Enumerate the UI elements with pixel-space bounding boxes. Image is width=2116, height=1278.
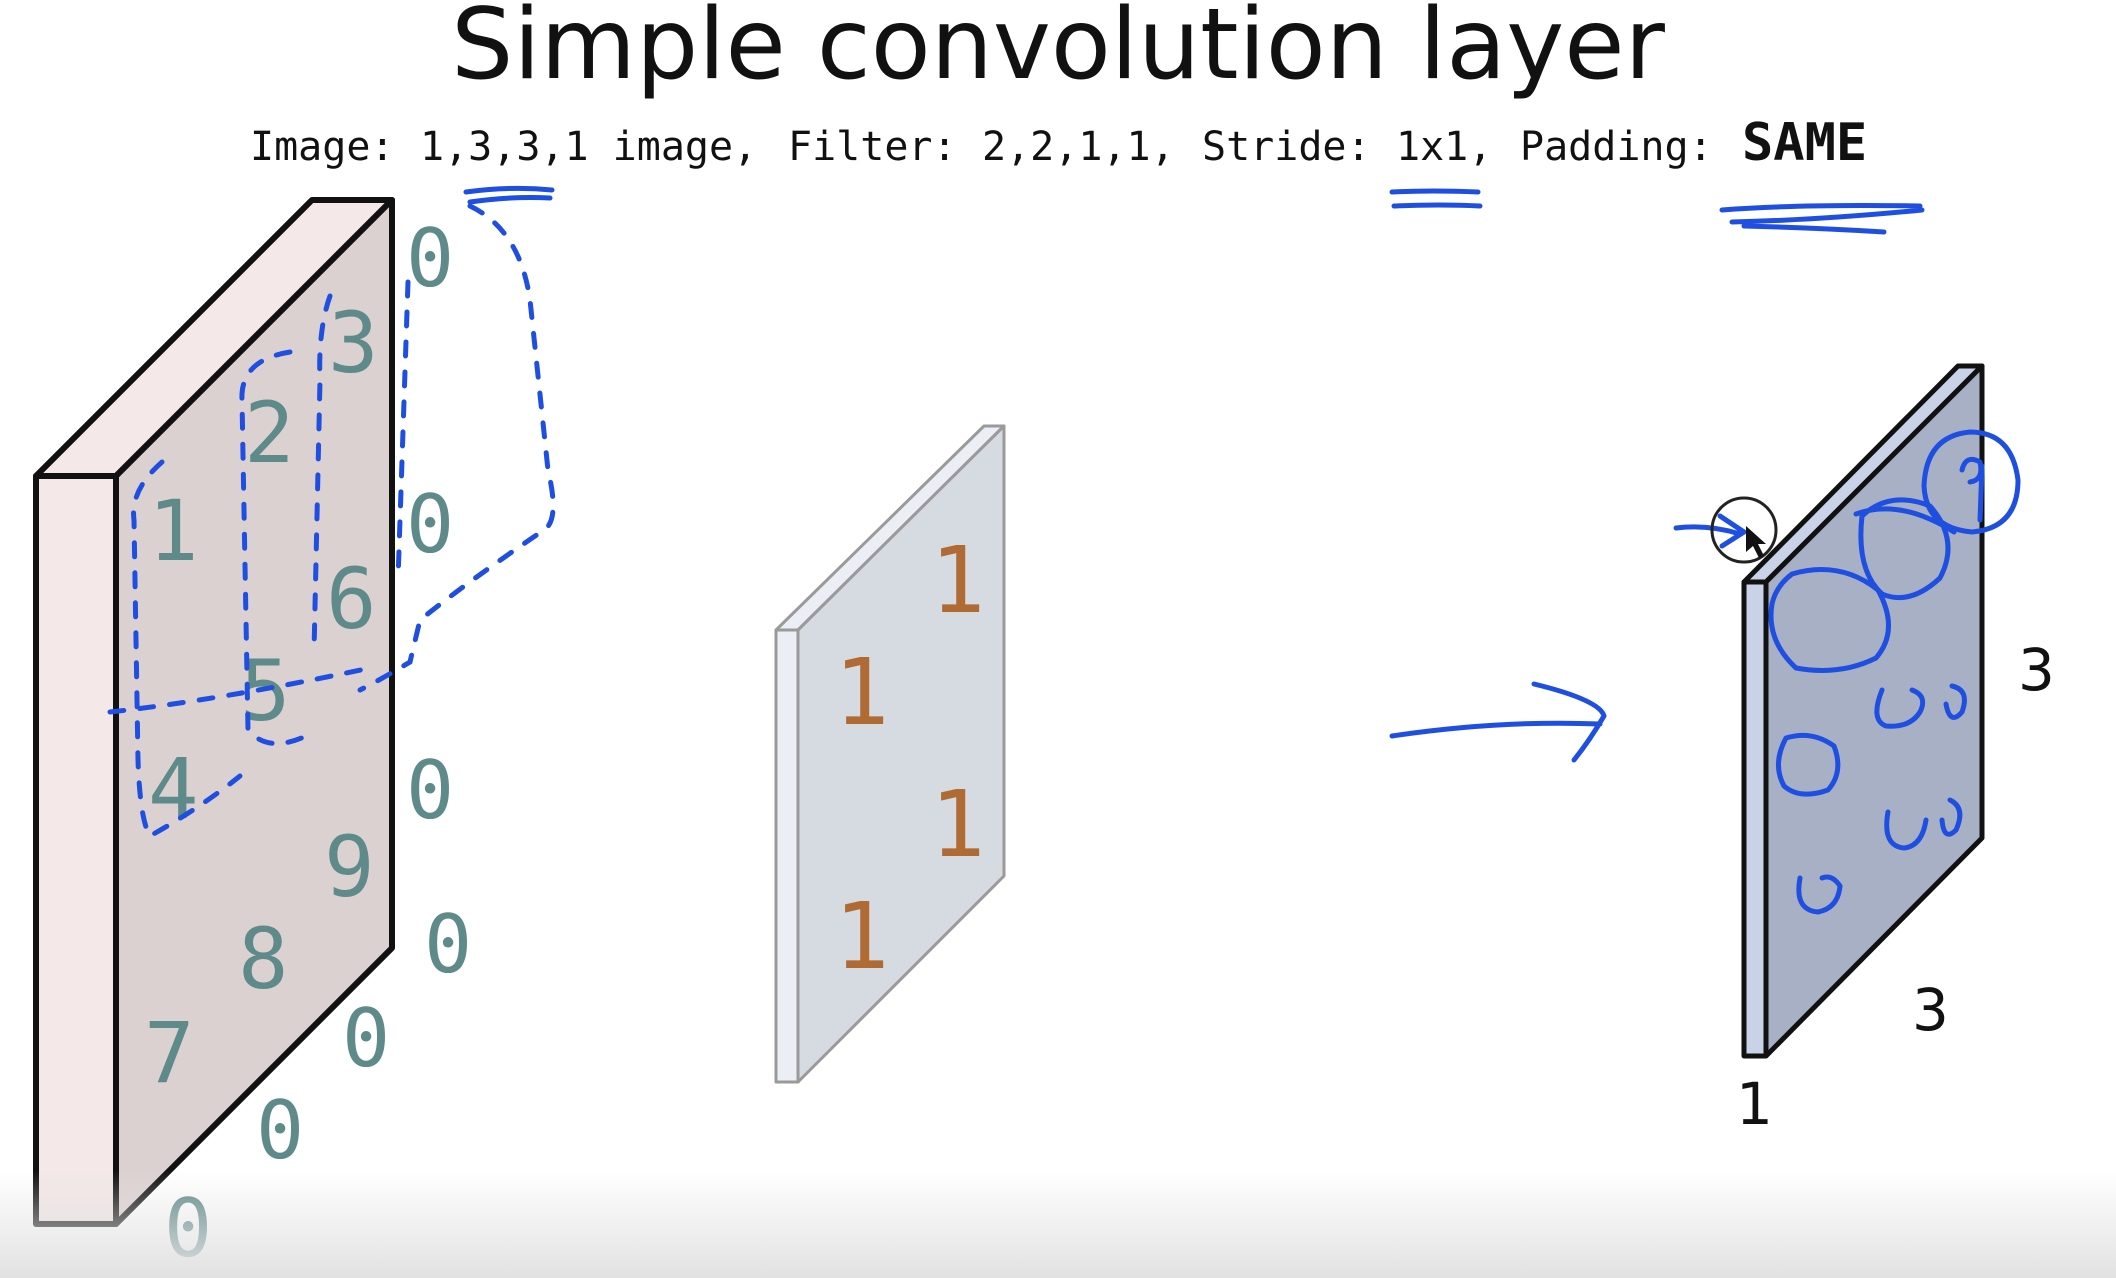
input-cell: 6 (326, 550, 377, 648)
arrow-icon (1389, 681, 1607, 763)
bottom-fade-bar (0, 1170, 2116, 1278)
filter-slab (774, 424, 1006, 1084)
subtitle-line: Image: 1,3,3,1 image, Filter: 2,2,1,1, S… (250, 124, 1713, 170)
underline-dimensions (463, 185, 555, 205)
filter-label: Filter: (788, 124, 957, 170)
input-slab-side (33, 473, 119, 1227)
padding-zero: 0 (406, 212, 454, 305)
pointer-mark-icon (1673, 513, 1747, 549)
stride-label: Stride: (1202, 124, 1371, 170)
padding-zero: 0 (424, 898, 472, 991)
padding-value: SAME (1742, 113, 1867, 173)
filter-slab-side (774, 628, 800, 1084)
cursor-arrow-icon (1746, 526, 1766, 558)
filter-cell: 1 (834, 883, 889, 990)
image-label: Image: (250, 124, 395, 170)
annotation-strokes (107, 185, 2021, 915)
image-value: 1,3,3,1 image, (420, 124, 757, 170)
output-slab-side (1741, 579, 1769, 1059)
output-depth-label: 1 (1736, 1070, 1773, 1138)
input-cell: 2 (244, 384, 295, 482)
input-cell: 3 (328, 294, 379, 392)
underline-stride (1389, 188, 1483, 209)
padding-zero: 0 (342, 992, 390, 1085)
output-height-label: 3 (2018, 636, 2055, 704)
input-cell: 1 (148, 482, 199, 580)
padding-zero: 0 (406, 478, 454, 571)
filter-value: 2,2,1,1, (982, 124, 1175, 170)
slide-canvas: Simple convolution layer Image: 1,3,3,1 … (0, 0, 2116, 1278)
output-width-label: 3 (1912, 976, 1949, 1044)
filter-cell: 1 (834, 639, 889, 746)
slide-title: Simple convolution layer (451, 0, 1665, 102)
padding-label: Padding: (1520, 124, 1713, 170)
filter-cell: 1 (930, 771, 985, 878)
input-cell: 4 (148, 740, 199, 838)
diagram-svg: Simple convolution layer Image: 1,3,3,1 … (33, 0, 2055, 1275)
padding-zero: 0 (256, 1084, 304, 1177)
filter-cell: 1 (930, 527, 985, 634)
input-cell: 8 (238, 910, 289, 1008)
padding-zero: 0 (406, 744, 454, 837)
input-cell: 9 (324, 818, 375, 916)
stride-value: 1x1, (1396, 124, 1492, 170)
underline-padding (1719, 203, 1925, 235)
input-cell: 7 (144, 1004, 195, 1102)
